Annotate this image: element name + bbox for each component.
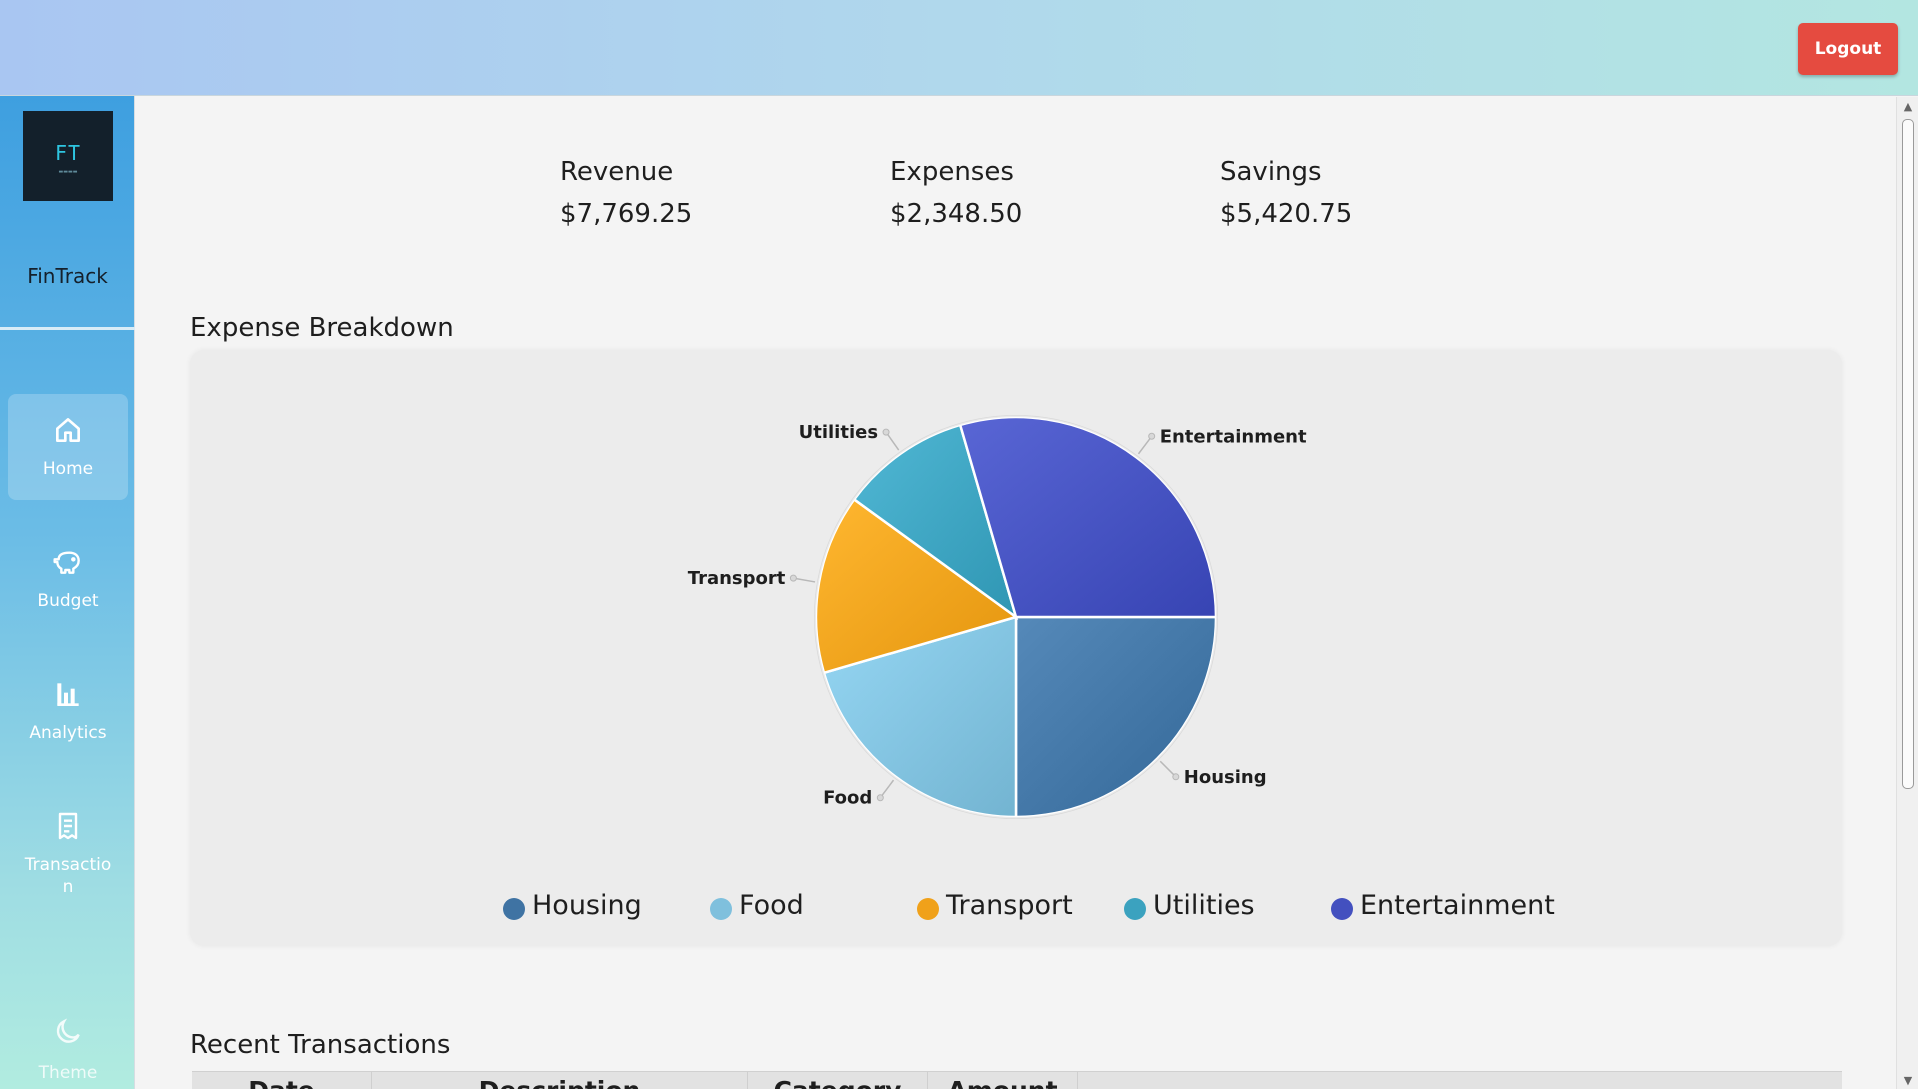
slice-leader-dot (882, 428, 890, 436)
top-bar: Logout (0, 0, 1918, 96)
scroll-down-arrow-icon[interactable]: ▼ (1902, 1074, 1914, 1087)
legend-label: Food (739, 890, 804, 921)
slice-label-utilities: Utilities (799, 422, 878, 443)
legend-label: Entertainment (1360, 890, 1555, 921)
slice-leader-dot (1148, 432, 1156, 440)
recent-transactions-title: Recent Transactions (190, 1030, 451, 1060)
column-header-category[interactable]: Category (748, 1072, 928, 1089)
logo-mark: FT (54, 141, 82, 165)
pie-chart-canvas: Housing Food Transport Utilities Entertainme… (688, 415, 1307, 819)
revenue-card: Revenue $7,769.25 (560, 157, 692, 229)
slice-label-entertainment: Entertainment (1160, 426, 1307, 447)
sidebar-item-label: Budget (37, 591, 99, 611)
savings-value: $5,420.75 (1220, 199, 1353, 229)
sidebar-item-transactions[interactable]: Transactio n (8, 790, 128, 897)
slice-leader-dot (1172, 773, 1180, 781)
column-header-date[interactable]: Date (192, 1072, 372, 1089)
legend-swatch (917, 898, 939, 920)
legend-swatch (503, 898, 525, 920)
slice-leader-dot (789, 574, 797, 582)
sidebar-item-label: Transactio n (24, 855, 112, 897)
legend-swatch (710, 898, 732, 920)
slice-label-food: Food (823, 788, 872, 809)
legend-swatch (1124, 898, 1146, 920)
moon-icon (56, 1018, 80, 1043)
expense-breakdown-title: Expense Breakdown (190, 313, 454, 343)
scroll-up-arrow-icon[interactable]: ▲ (1902, 100, 1914, 113)
theme-toggle[interactable]: Theme (8, 996, 128, 1089)
logout-button[interactable]: Logout (1798, 23, 1898, 75)
expense-pie-chart: Housing Food Transport Utilities Entertainme… (190, 350, 1842, 946)
expenses-value: $2,348.50 (890, 199, 1023, 229)
sidebar-item-home[interactable]: Home (8, 394, 128, 500)
home-icon (56, 418, 80, 442)
transactions-table-header: Date Description Category Amount (192, 1071, 1842, 1089)
legend-label: Utilities (1153, 890, 1255, 921)
receipt-icon (58, 812, 78, 840)
revenue-label: Revenue (560, 157, 674, 187)
sidebar-divider (0, 327, 135, 330)
bar-chart-icon (57, 683, 79, 706)
revenue-value: $7,769.25 (560, 199, 693, 229)
theme-label: Theme (38, 1063, 98, 1083)
legend-label: Transport (946, 890, 1073, 921)
expenses-label: Expenses (890, 157, 1014, 187)
brand-name: FinTrack (27, 264, 108, 288)
sidebar-item-analytics[interactable]: Analytics (8, 658, 128, 764)
column-header-amount[interactable]: Amount (928, 1072, 1078, 1089)
slice-label-transport: Transport (688, 568, 786, 589)
piggy-bank-icon (53, 551, 80, 574)
legend-swatch (1331, 898, 1353, 920)
main-scrollbar[interactable]: ▲ ▼ (1896, 97, 1918, 1089)
slice-leader-dot (876, 794, 884, 802)
expenses-card: Expenses $2,348.50 (890, 157, 1022, 229)
app-logo: FT ▬▬▬▬ (23, 111, 113, 201)
slice-label-housing: Housing (1184, 767, 1267, 788)
legend-label: Housing (532, 890, 642, 921)
logo-sub-mark: ▬▬▬▬ (58, 169, 78, 175)
sidebar-item-budget[interactable]: Budget (8, 526, 128, 632)
sidebar: FT ▬▬▬▬ FinTrack Home Budget Analytics T… (0, 96, 135, 1089)
column-header-description[interactable]: Description (372, 1072, 748, 1089)
savings-label: Savings (1220, 157, 1322, 187)
main-content: Revenue $7,769.25 Expenses $2,348.50 Sav… (136, 97, 1896, 1089)
savings-card: Savings $5,420.75 (1220, 157, 1352, 229)
scroll-thumb[interactable] (1902, 119, 1914, 789)
sidebar-item-label: Analytics (29, 723, 107, 743)
sidebar-item-label: Home (42, 459, 94, 479)
